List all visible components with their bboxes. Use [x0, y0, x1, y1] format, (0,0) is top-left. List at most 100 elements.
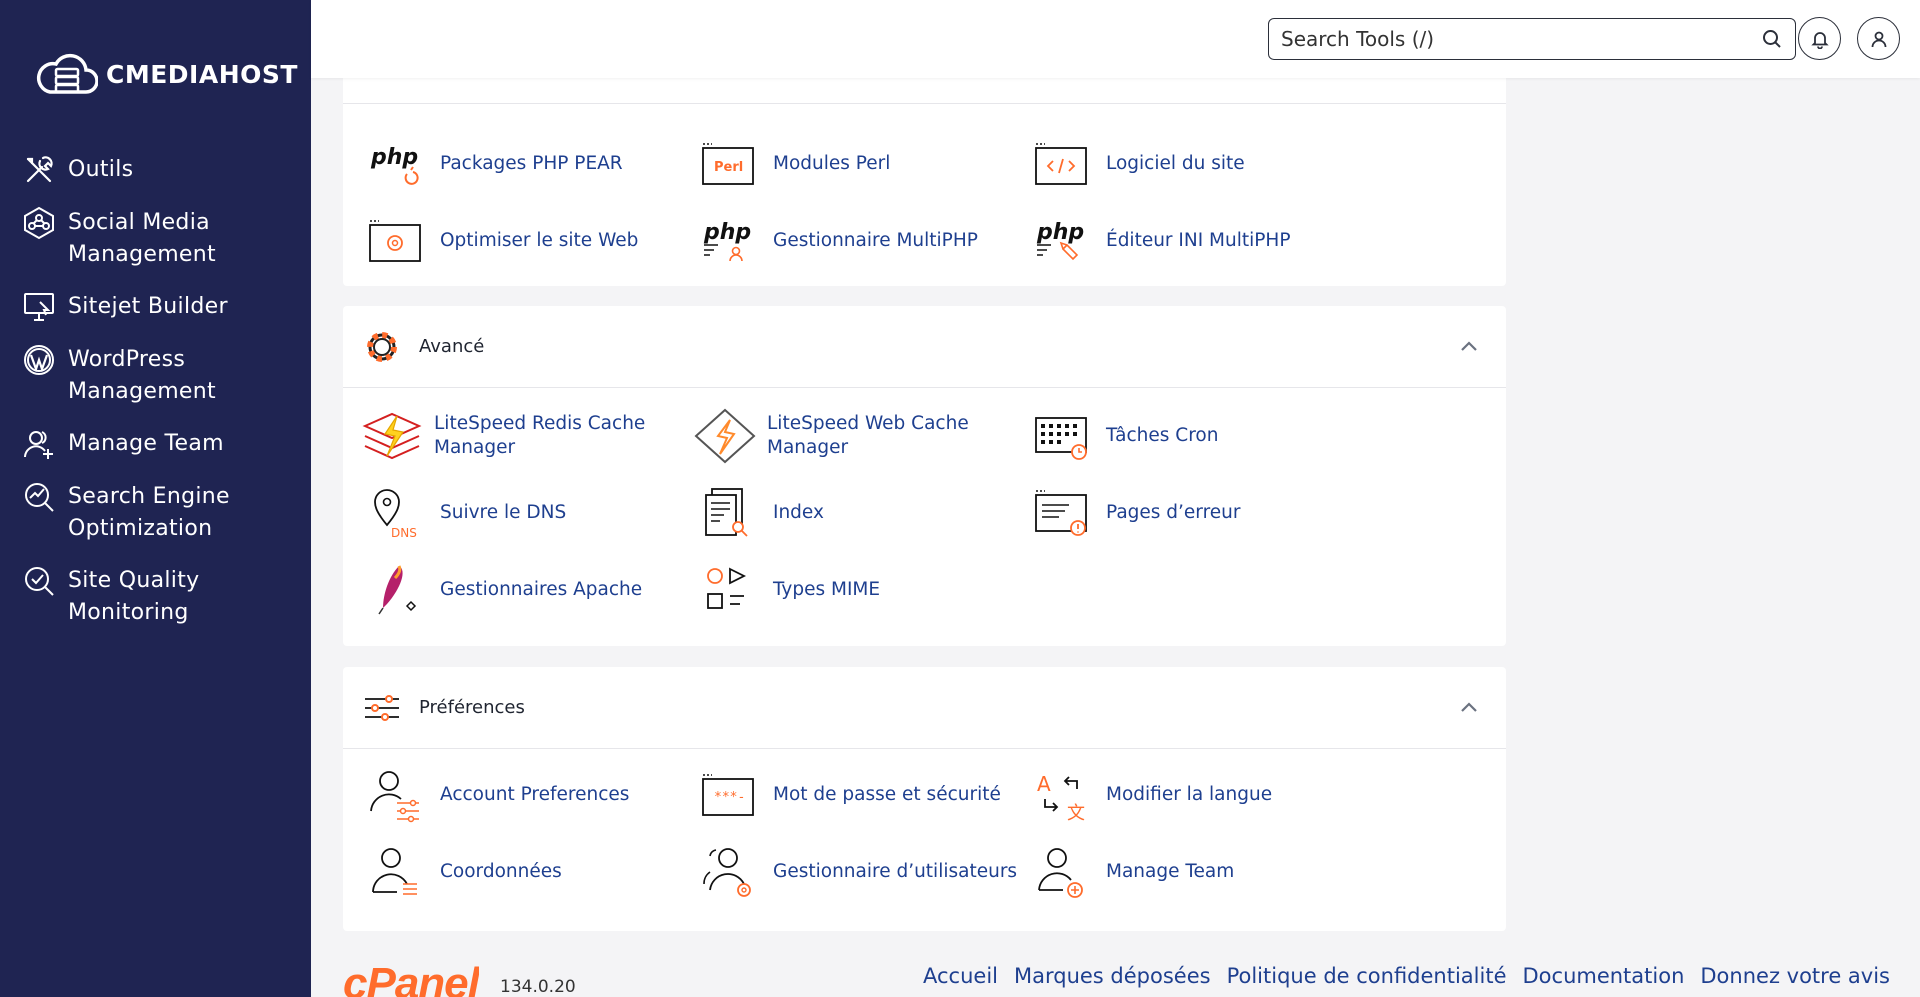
cpanel-version: 134.0.20 [500, 977, 576, 997]
tool-cron-jobs[interactable]: Tâches Cron [1033, 408, 1353, 464]
manage-team-icon [1033, 844, 1089, 900]
tool-mime-types[interactable]: Types MIME [700, 562, 1020, 618]
advanced-panel-header[interactable]: Avancé [343, 306, 1506, 388]
social-network-icon [24, 206, 54, 240]
tool-label: Gestionnaire MultiPHP [773, 230, 978, 251]
sidebar: CMEDIAHOST Outils Social Media Managemen… [0, 0, 311, 997]
footer-link-feedback[interactable]: Donnez votre avis [1700, 964, 1890, 988]
tool-perl-modules[interactable]: Perl Modules Perl [700, 136, 1020, 192]
sidebar-item-social-media[interactable]: Social Media Management [22, 206, 302, 271]
sidebar-item-label: Manage Team [68, 431, 224, 456]
search-input[interactable] [1281, 27, 1761, 51]
tool-label: LiteSpeed Web Cache Manager [767, 413, 969, 458]
seo-icon [25, 483, 54, 512]
tool-label: Modifier la langue [1106, 784, 1273, 805]
sidebar-item-label: WordPress Management [68, 347, 216, 404]
optimize-icon [367, 213, 423, 269]
tool-label: Mot de passe et sécurité [773, 784, 1001, 805]
user-manager-icon [700, 844, 756, 900]
chevron-up-icon[interactable] [1460, 340, 1478, 352]
account-prefs-icon [367, 767, 423, 823]
mime-types-icon [700, 562, 756, 618]
language-icon: A 文 [1033, 767, 1089, 823]
tool-apache-handlers[interactable]: Gestionnaires Apache [367, 562, 687, 618]
tool-optimize-site[interactable]: Optimiser le site Web [367, 213, 687, 269]
tool-index[interactable]: Index [700, 485, 1020, 541]
advanced-title: Avancé [419, 336, 485, 357]
footer-link-privacy[interactable]: Politique de confidentialité [1227, 964, 1507, 988]
tool-label: Manage Team [1106, 861, 1235, 882]
svg-text:Perl: Perl [714, 160, 743, 175]
cpanel-logo[interactable]: cPanel [343, 962, 479, 997]
sidebar-item-outils[interactable]: Outils [22, 154, 302, 187]
multiphp-manager-icon: php [700, 213, 756, 269]
tool-label: Pages d’erreur [1106, 502, 1241, 523]
tool-litespeed-web[interactable]: LiteSpeed Web Cache Manager [694, 408, 1014, 464]
error-pages-icon [1033, 485, 1089, 541]
tool-user-manager[interactable]: Gestionnaire d’utilisateurs [700, 844, 1020, 900]
preferences-title: Préférences [419, 697, 525, 718]
tool-account-preferences[interactable]: Account Preferences [367, 767, 687, 823]
search-box [1268, 18, 1796, 60]
svg-text:***-: ***- [714, 790, 745, 805]
litespeed-redis-icon [361, 408, 423, 464]
sliders-icon [365, 694, 399, 721]
tool-label: Modules Perl [773, 153, 891, 174]
preferences-panel: Préférences Account Preferences ***- Mot… [343, 667, 1506, 931]
footer-link-documentation[interactable]: Documentation [1523, 964, 1685, 988]
tool-track-dns[interactable]: DNS Suivre le DNS [367, 485, 687, 541]
tool-multiphp-ini[interactable]: php Éditeur INI MultiPHP [1033, 213, 1353, 269]
user-icon [1871, 31, 1886, 47]
chevron-up-icon[interactable] [1460, 701, 1478, 713]
notifications-button[interactable] [1798, 17, 1841, 60]
gear-icon [367, 331, 397, 362]
tool-label: Account Preferences [440, 784, 630, 805]
contact-icon [367, 844, 423, 900]
multiphp-ini-icon: php [1033, 213, 1089, 269]
tool-label: Éditeur INI MultiPHP [1106, 230, 1291, 251]
footer-links: Accueil Marques déposées Politique de co… [923, 964, 1890, 988]
tool-label: Tâches Cron [1106, 425, 1219, 446]
sidebar-item-label: Social Media Management [68, 210, 216, 267]
footer-link-trademarks[interactable]: Marques déposées [1014, 964, 1211, 988]
tool-label: Suivre le DNS [440, 502, 567, 523]
sidebar-item-sitejet[interactable]: Sitejet Builder [22, 291, 302, 324]
sidebar-item-label: Search Engine Optimization [68, 484, 230, 541]
tool-error-pages[interactable]: Pages d’erreur [1033, 485, 1353, 541]
tool-label: Types MIME [773, 579, 881, 600]
bell-icon [1810, 31, 1829, 49]
cron-icon [1033, 408, 1089, 464]
top-header [311, 0, 1920, 78]
search-icon[interactable] [1761, 28, 1783, 50]
index-icon [700, 485, 756, 541]
tool-litespeed-redis[interactable]: LiteSpeed Redis Cache Manager [361, 408, 681, 464]
sidebar-item-wordpress[interactable]: WordPress Management [22, 344, 302, 408]
svg-text:A: A [1037, 772, 1051, 796]
software-panel: php Packages PHP PEAR Perl Modules Perl [343, 62, 1506, 286]
tool-label: Gestionnaire d’utilisateurs [773, 861, 1018, 882]
perl-icon: Perl [700, 136, 756, 192]
sidebar-nav: Outils Social Media Management Sitejet B… [22, 154, 302, 649]
password-icon: ***- [700, 767, 756, 823]
tool-php-pear[interactable]: php Packages PHP PEAR [367, 136, 687, 192]
tool-contact-info[interactable]: Coordonnées [367, 844, 687, 900]
preferences-panel-header[interactable]: Préférences [343, 667, 1506, 749]
svg-text:php: php [370, 145, 418, 170]
user-menu-button[interactable] [1857, 17, 1900, 60]
brand-logo[interactable]: CMEDIAHOST [36, 52, 298, 96]
tool-password-security[interactable]: ***- Mot de passe et sécurité [700, 767, 1020, 823]
sidebar-item-manage-team[interactable]: Manage Team [22, 428, 302, 461]
tool-manage-team[interactable]: Manage Team [1033, 844, 1353, 900]
sidebar-item-site-quality[interactable]: Site Quality Monitoring [22, 565, 302, 629]
sidebar-item-label: Sitejet Builder [68, 294, 228, 319]
tool-site-software[interactable]: Logiciel du site [1033, 136, 1353, 192]
tool-label: Coordonnées [440, 861, 562, 882]
footer-link-home[interactable]: Accueil [923, 964, 998, 988]
tool-change-language[interactable]: A 文 Modifier la langue [1033, 767, 1353, 823]
brand-name: CMEDIAHOST [106, 59, 298, 89]
sidebar-item-seo[interactable]: Search Engine Optimization [22, 481, 302, 545]
tool-label: Optimiser le site Web [440, 230, 639, 251]
monitor-builder-icon [24, 293, 54, 321]
tool-multiphp-manager[interactable]: php Gestionnaire MultiPHP [700, 213, 1020, 269]
quality-monitor-icon [25, 567, 54, 596]
